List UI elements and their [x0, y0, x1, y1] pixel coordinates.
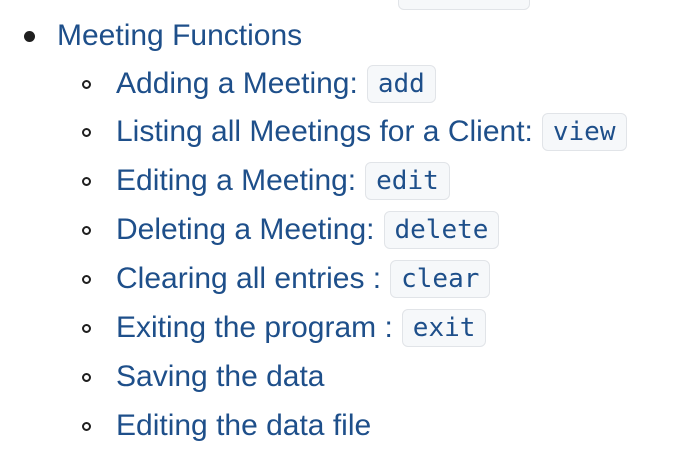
bullet-disc-icon	[24, 30, 35, 42]
exit-command-code: exit	[401, 309, 487, 347]
bullet-circle-icon	[82, 225, 91, 235]
list-item-editing-data-file[interactable]: Editing the data file	[80, 406, 371, 446]
exiting-program-link[interactable]: Exiting the program :	[116, 311, 393, 345]
list-item-listing-meetings[interactable]: Listing all Meetings for a Client: view	[80, 112, 627, 152]
bullet-circle-icon	[82, 79, 91, 89]
list-item-deleting-meeting[interactable]: Deleting a Meeting: delete	[80, 210, 500, 250]
saving-data-link[interactable]: Saving the data	[116, 360, 325, 394]
list-item-adding-meeting[interactable]: Adding a Meeting: add	[80, 64, 436, 104]
bullet-circle-icon	[82, 274, 91, 284]
adding-meeting-link[interactable]: Adding a Meeting:	[116, 67, 358, 101]
bullet-circle-icon	[82, 127, 91, 137]
view-command-code: view	[541, 113, 627, 151]
add-command-code: add	[366, 65, 436, 103]
delete-command-code: delete	[383, 211, 500, 249]
clear-command-code: clear	[390, 260, 491, 298]
editing-data-file-link[interactable]: Editing the data file	[116, 409, 371, 443]
list-item-saving-data[interactable]: Saving the data	[80, 357, 325, 397]
list-item-editing-meeting[interactable]: Editing a Meeting: edit	[80, 161, 450, 201]
bullet-circle-icon	[82, 372, 91, 382]
bullet-circle-icon	[82, 421, 91, 431]
previous-code-chip	[398, 0, 530, 10]
bullet-circle-icon	[82, 176, 91, 186]
list-item-exiting-program[interactable]: Exiting the program : exit	[80, 308, 487, 348]
listing-meetings-link[interactable]: Listing all Meetings for a Client:	[116, 115, 533, 149]
list-item-meeting-functions[interactable]: Meeting Functions	[22, 16, 302, 56]
bullet-circle-icon	[82, 323, 91, 333]
list-item-clearing-entries[interactable]: Clearing all entries : clear	[80, 259, 491, 299]
deleting-meeting-link[interactable]: Deleting a Meeting:	[116, 213, 375, 247]
meeting-functions-link[interactable]: Meeting Functions	[57, 19, 302, 53]
edit-command-code: edit	[365, 162, 450, 200]
editing-meeting-link[interactable]: Editing a Meeting:	[116, 164, 356, 198]
clearing-entries-link[interactable]: Clearing all entries :	[116, 262, 381, 296]
